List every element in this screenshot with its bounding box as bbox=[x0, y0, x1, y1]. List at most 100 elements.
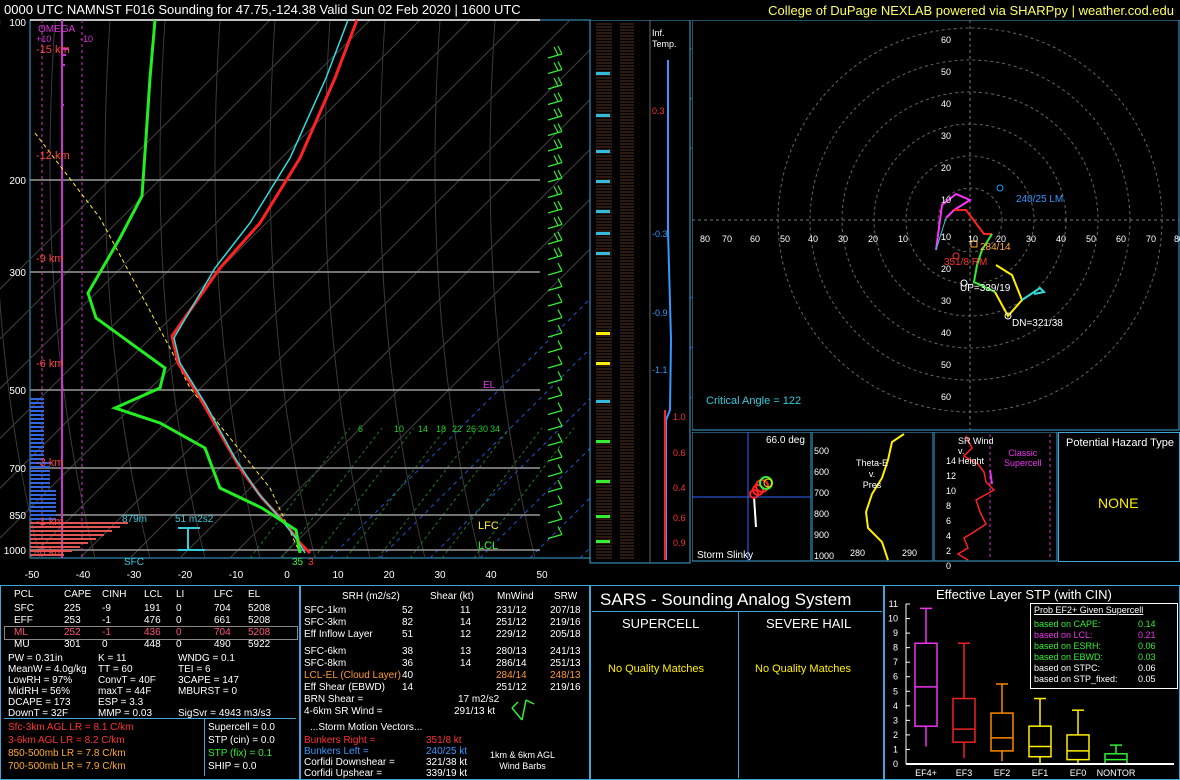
hodograph-x-label: 30 bbox=[838, 234, 849, 244]
sfc-dew-value: 3 bbox=[308, 557, 314, 568]
kin-layer: SFC-8km bbox=[304, 658, 347, 669]
index-value: ConvT = 40F bbox=[98, 675, 156, 686]
kin-mnwind: 229/12 bbox=[496, 629, 527, 640]
stp-category-label: EF1 bbox=[1032, 768, 1049, 778]
height-label: -3 km bbox=[36, 457, 64, 469]
stp-box bbox=[1028, 725, 1052, 758]
stp-category-label: EF3 bbox=[956, 768, 973, 778]
hazard-title: Potential Hazard Type bbox=[1066, 437, 1175, 449]
inferred-temp-value: 0.6 bbox=[673, 448, 686, 458]
inferred-marker bbox=[596, 180, 610, 183]
kin-layer: LCL-EL (Cloud Layer) bbox=[304, 670, 401, 681]
prob-value: 0.05 bbox=[1138, 674, 1156, 684]
kin-srw: 219/16 bbox=[550, 617, 581, 628]
sars-title: SARS - Sounding Analog System bbox=[600, 590, 852, 609]
mixing-ratio-label: 14 bbox=[418, 424, 429, 434]
prob-value: 0.21 bbox=[1138, 630, 1156, 640]
eff-inflow-srh: 51 m2s2 bbox=[175, 514, 214, 525]
stp-y-tick: 2 bbox=[893, 730, 898, 740]
kin-layer: Eff Shear (EBWD) bbox=[304, 682, 385, 693]
storm-vector-label: Bunkers Right = bbox=[304, 735, 376, 746]
kin-shear: 14 bbox=[460, 658, 472, 669]
low-level-barbs bbox=[511, 699, 535, 721]
height-label: -12 km bbox=[36, 150, 70, 162]
theta-p-tick: 600 bbox=[814, 467, 830, 477]
prob-value: 0.14 bbox=[1138, 619, 1156, 629]
hodograph-x-label: 20 bbox=[996, 234, 1007, 244]
brn-label: BRN Shear = bbox=[304, 694, 364, 705]
parcel-header: LI bbox=[176, 589, 185, 600]
wind-speed-bar bbox=[30, 474, 50, 476]
kin-srh: 51 bbox=[402, 629, 414, 640]
index-value: MBURST = 0 bbox=[178, 686, 237, 697]
downshear-label: DN=321/38 bbox=[1012, 318, 1063, 329]
hodograph-frame bbox=[692, 20, 1180, 431]
temp-tick: 20 bbox=[383, 570, 395, 581]
el-label: EL bbox=[483, 380, 496, 391]
wind-speed-bar bbox=[30, 398, 44, 400]
wind-speed-bar bbox=[30, 418, 44, 420]
barb-6km-flag bbox=[511, 701, 519, 709]
parcel-header: LFC bbox=[214, 589, 233, 600]
kin-shear: 11 bbox=[460, 605, 471, 616]
lcl-label: LCL bbox=[478, 540, 499, 552]
storm-vector-value: 240/25 kt bbox=[426, 746, 468, 757]
composite-index: Supercell = 0.0 bbox=[208, 722, 275, 733]
theta-e-frame bbox=[812, 432, 934, 562]
hodograph-ring-label: 30 bbox=[941, 131, 952, 141]
parcel-cell: 704 bbox=[214, 603, 231, 614]
prob-label: based on STP_fixed: bbox=[1034, 674, 1118, 684]
inferred-marker bbox=[596, 232, 610, 235]
theta-p-tick: 900 bbox=[814, 530, 830, 540]
pressure-tick: 850 bbox=[9, 511, 26, 522]
wind-speed-bar bbox=[30, 454, 44, 456]
index-value: K = 11 bbox=[98, 653, 127, 664]
sfc-temp-value: 35 bbox=[292, 557, 304, 568]
index-value: WNDG = 0.1 bbox=[178, 653, 235, 664]
parcel-cell: MU bbox=[14, 639, 30, 650]
storm-slinky-panel bbox=[692, 432, 812, 562]
height-label: -6 km bbox=[36, 358, 64, 370]
temp-tick: -40 bbox=[76, 570, 91, 581]
kin-header: Shear (kt) bbox=[430, 591, 474, 602]
theta-p-tick: 800 bbox=[814, 509, 830, 519]
lapse-rate: Sfc-3km AGL LR = 8.1 C/km bbox=[8, 722, 134, 733]
temp-tick: 50 bbox=[536, 570, 548, 581]
pressure-tick: 1000 bbox=[4, 546, 27, 557]
parcel-cell: 661 bbox=[214, 615, 231, 626]
inferred-marker bbox=[596, 400, 610, 403]
hodograph-x-label: 80 bbox=[700, 234, 711, 244]
hodograph-ring-label: 50 bbox=[941, 360, 952, 370]
stp-box bbox=[914, 642, 938, 727]
wind-speed-bar bbox=[30, 490, 56, 492]
parcel-cell: 448 bbox=[144, 639, 161, 650]
hodograph-ring-label: 30 bbox=[941, 296, 952, 306]
index-value: MeanW = 4.0g/kg bbox=[8, 664, 87, 675]
barb-1km-flag bbox=[525, 699, 535, 705]
height-label: -9 km bbox=[36, 253, 64, 265]
kin-layer: SFC-3km bbox=[304, 617, 347, 628]
sr-height-tick: 0 bbox=[946, 561, 952, 571]
theta-e-panel bbox=[812, 432, 934, 562]
kin-shear: 14 bbox=[460, 617, 472, 628]
kin-srh: 36 bbox=[402, 658, 414, 669]
kin-header: SRH (m2/s2) bbox=[342, 591, 400, 602]
prob-label: based on STPC: bbox=[1034, 663, 1101, 673]
sars-panel bbox=[590, 585, 884, 780]
classic-supercell-label: Classic Supercell bbox=[1004, 448, 1042, 468]
kin-srh: 14 bbox=[402, 682, 414, 693]
hodograph-chart bbox=[692, 20, 1180, 431]
parcel-cell: 490 bbox=[214, 639, 231, 650]
sr-height-tick: 14 bbox=[946, 456, 957, 466]
lapse-rate: 700-500mb LR = 7.9 C/km bbox=[8, 761, 126, 772]
lapse-rate: 850-500mb LR = 7.8 C/km bbox=[8, 748, 126, 759]
mixing-ratio-label: 26 bbox=[466, 424, 477, 434]
mixing-ratio-label: 10 bbox=[394, 424, 405, 434]
parcel-header: EL bbox=[248, 589, 261, 600]
inferred-temp-value: 0.4 bbox=[673, 483, 686, 493]
pressure-tick: 500 bbox=[9, 386, 26, 397]
hodograph-x-label: 70 bbox=[1146, 234, 1157, 244]
hodograph-x-label: 10 bbox=[898, 234, 909, 244]
stp-category-label: EF4+ bbox=[915, 768, 937, 778]
kin-srw: 207/18 bbox=[550, 605, 581, 616]
